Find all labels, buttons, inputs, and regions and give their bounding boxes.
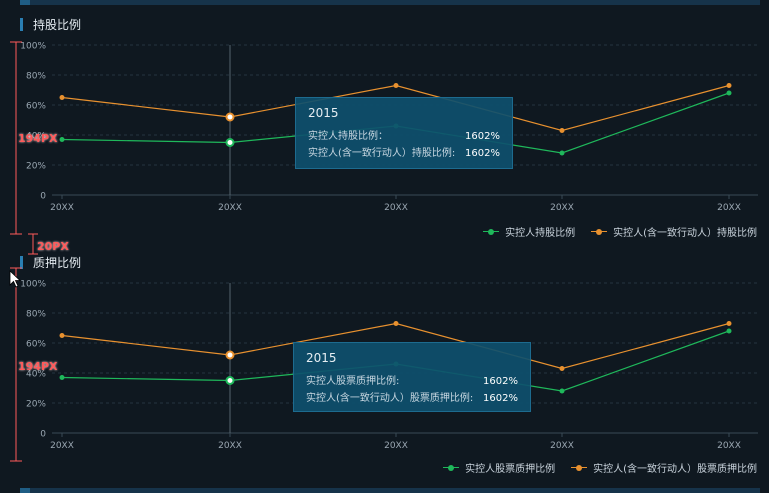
highlighted-point bbox=[225, 376, 235, 385]
tooltip-value: 1602% bbox=[483, 393, 518, 404]
top-section-bar bbox=[20, 0, 760, 5]
holding-ratio-tooltip: 2015 实控人持股比例： 1602% 实控人(含一致行动人）持股比例: 160… bbox=[295, 97, 513, 169]
tooltip-row: 实控人持股比例： 1602% bbox=[308, 128, 500, 145]
tooltip-value: 1602% bbox=[465, 131, 500, 142]
highlighted-point bbox=[225, 350, 235, 360]
x-tick-label: 20XX bbox=[218, 203, 242, 210]
legend-swatch-green bbox=[483, 228, 500, 236]
legend-label: 实控人(含一致行动人）持股比例 bbox=[613, 228, 757, 239]
x-tick-label: 20XX bbox=[717, 203, 741, 210]
legend-item-series1[interactable]: 实控人持股比例 bbox=[483, 224, 575, 239]
data-point bbox=[559, 366, 565, 371]
tooltip-label: 实控人(含一致行动人）股票质押比例: bbox=[306, 393, 474, 404]
legend-label: 实控人持股比例 bbox=[505, 228, 576, 239]
tooltip-label: 实控人(含一致行动人）持股比例: bbox=[308, 148, 456, 159]
tooltip-row: 实控人(含一致行动人）持股比例: 1602% bbox=[308, 145, 500, 162]
x-tick-label: 20XX bbox=[384, 203, 408, 210]
x-tick-label: 20XX bbox=[550, 441, 574, 448]
data-point bbox=[559, 150, 565, 156]
tooltip-year: 2015 bbox=[308, 106, 339, 120]
data-point bbox=[59, 137, 65, 142]
gap-label: 20PX bbox=[37, 240, 69, 253]
data-point bbox=[59, 333, 65, 338]
tooltip-row: 实控人股票质押比例: 1602% bbox=[306, 373, 518, 390]
data-point bbox=[59, 95, 65, 100]
data-point bbox=[393, 83, 399, 88]
legend-label: 实控人股票质押比例 bbox=[465, 464, 556, 475]
pledge-ratio-legend: 实控人股票质押比例 实控人(含一致行动人）股票质押比例 bbox=[427, 460, 757, 475]
x-tick-label: 20XX bbox=[717, 441, 741, 448]
legend-swatch-orange bbox=[571, 464, 588, 472]
data-point bbox=[393, 321, 399, 326]
data-point bbox=[559, 388, 565, 394]
x-tick-label: 20XX bbox=[218, 441, 242, 448]
pledge-ratio-tooltip: 2015 实控人股票质押比例: 1602% 实控人(含一致行动人）股票质押比例:… bbox=[293, 342, 531, 412]
tooltip-row: 实控人(含一致行动人）股票质押比例: 1602% bbox=[306, 390, 518, 407]
data-point bbox=[59, 375, 65, 380]
highlighted-point bbox=[225, 112, 235, 122]
legend-item-series2[interactable]: 实控人(含一致行动人）股票质押比例 bbox=[571, 460, 757, 475]
highlighted-point bbox=[225, 138, 235, 147]
data-point bbox=[726, 328, 732, 334]
legend-label: 实控人(含一致行动人）股票质押比例 bbox=[593, 464, 757, 475]
tooltip-value: 1602% bbox=[465, 148, 500, 159]
legend-item-series1[interactable]: 实控人股票质押比例 bbox=[443, 460, 555, 475]
chart1-height-label: 194PX bbox=[18, 132, 58, 145]
tooltip-label: 实控人持股比例： bbox=[308, 131, 388, 142]
mouse-cursor-icon bbox=[9, 270, 21, 288]
data-point bbox=[726, 83, 732, 88]
tooltip-label: 实控人股票质押比例: bbox=[306, 376, 400, 387]
data-point bbox=[726, 321, 732, 326]
data-point bbox=[559, 128, 565, 133]
tooltip-value: 1602% bbox=[483, 376, 518, 387]
x-tick-label: 20XX bbox=[550, 203, 574, 210]
chart2-height-label: 194PX bbox=[18, 360, 58, 373]
legend-swatch-green bbox=[443, 464, 460, 472]
holding-ratio-legend: 实控人持股比例 实控人(含一致行动人）持股比例 bbox=[467, 224, 757, 239]
tooltip-year: 2015 bbox=[306, 351, 337, 365]
legend-item-series2[interactable]: 实控人(含一致行动人）持股比例 bbox=[591, 224, 757, 239]
legend-swatch-orange bbox=[591, 228, 608, 236]
data-point bbox=[726, 90, 732, 96]
x-tick-label: 20XX bbox=[384, 441, 408, 448]
bottom-section-bar bbox=[20, 488, 760, 493]
